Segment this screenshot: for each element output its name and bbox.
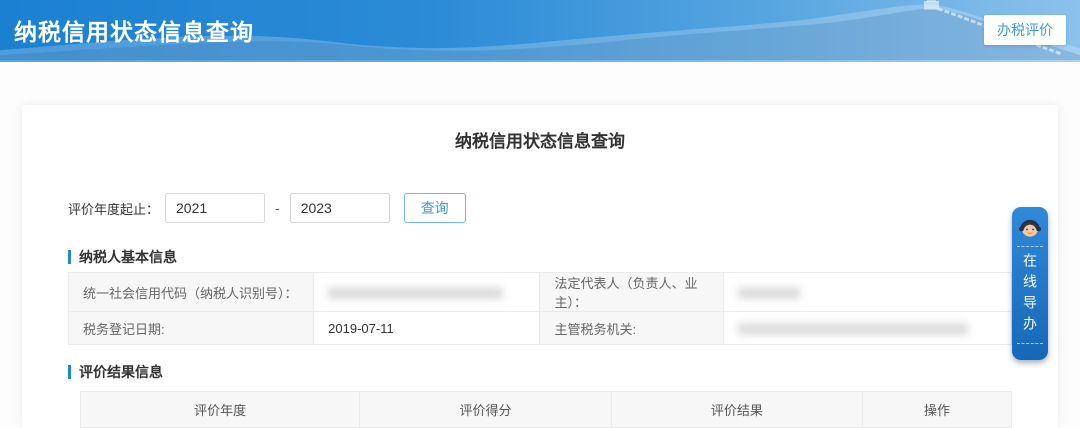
- top-banner: 纳税信用状态信息查询 办税评价: [0, 0, 1080, 62]
- redacted-value: [328, 287, 503, 299]
- table-row: 统一社会信用代码（纳税人识别号）： 法定代表人（负责人、业主）：: [69, 273, 1012, 312]
- results-header-row: 评价年度 评价得分 评价结果 操作: [81, 392, 1012, 428]
- basic-info-section-title: 纳税人基本信息: [79, 247, 177, 267]
- basic-info-section-header: 纳税人基本信息: [68, 247, 1012, 267]
- year-range-label: 评价年度起止：: [68, 199, 159, 218]
- range-separator: -: [275, 200, 280, 216]
- query-button[interactable]: 查询: [404, 193, 466, 223]
- tax-authority-value: [724, 312, 1012, 345]
- online-guide-button[interactable]: 在线导办: [1012, 207, 1048, 360]
- redacted-value: [738, 323, 968, 335]
- basic-info-table: 统一社会信用代码（纳税人识别号）： 法定代表人（负责人、业主）： 税务登记日期:…: [68, 272, 1012, 345]
- content-panel: 纳税信用状态信息查询 评价年度起止： - 查询 纳税人基本信息 统一社会信用代码…: [22, 105, 1058, 428]
- dashed-divider: [1017, 343, 1043, 344]
- results-section-header: 评价结果信息: [68, 362, 1012, 382]
- redacted-value: [738, 287, 800, 299]
- tax-authority-label: 主管税务机关:: [540, 312, 724, 345]
- banner-title: 纳税信用状态信息查询: [14, 13, 254, 47]
- registration-date-label: 税务登记日期:: [69, 312, 314, 345]
- section-accent-bar: [68, 250, 71, 264]
- dashed-divider: [1017, 246, 1043, 247]
- credit-code-label: 统一社会信用代码（纳税人识别号）：: [69, 273, 314, 312]
- col-eval-result: 评价结果: [611, 392, 862, 428]
- evaluation-results-table: 评价年度 评价得分 评价结果 操作: [80, 391, 1012, 428]
- col-eval-score: 评价得分: [360, 392, 611, 428]
- credit-code-value: [314, 273, 540, 312]
- results-section-title: 评价结果信息: [79, 362, 163, 382]
- tax-evaluation-button[interactable]: 办税评价: [984, 15, 1066, 45]
- legal-rep-value: [724, 273, 1012, 312]
- page-title: 纳税信用状态信息查询: [68, 105, 1012, 152]
- col-eval-year: 评价年度: [81, 392, 360, 428]
- online-guide-label: 在线导办: [1020, 253, 1040, 337]
- year-to-input[interactable]: [290, 193, 390, 223]
- year-from-input[interactable]: [165, 193, 265, 223]
- table-row: 税务登记日期: 2019-07-11 主管税务机关:: [69, 312, 1012, 345]
- customer-service-avatar-icon: [1017, 214, 1043, 240]
- query-form: 评价年度起止： - 查询: [68, 193, 1012, 223]
- col-actions: 操作: [863, 392, 1012, 428]
- registration-date-value: 2019-07-11: [314, 312, 540, 345]
- section-accent-bar: [68, 365, 71, 379]
- legal-rep-label: 法定代表人（负责人、业主）：: [540, 273, 724, 312]
